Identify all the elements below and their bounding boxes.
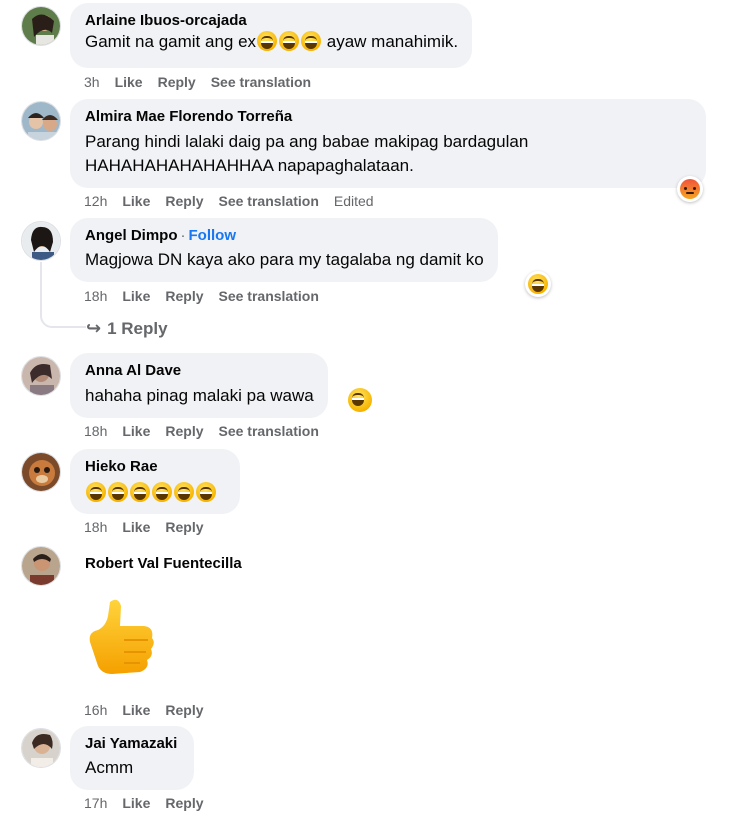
comment-text-line: HAHAHAHAHAHAHHAA napapaghalataan. (85, 156, 414, 175)
avatar[interactable] (21, 6, 61, 46)
comment-time[interactable]: 18h (84, 288, 107, 304)
thumbs-up-sticker-icon (89, 599, 154, 674)
reply-button[interactable]: Reply (165, 702, 203, 718)
angry-icon (680, 179, 700, 199)
comment-author[interactable]: Anna Al Dave (85, 361, 314, 380)
avatar[interactable] (21, 452, 61, 492)
comment-text-line: Parang hindi lalaki daig pa ang babae ma… (85, 132, 529, 151)
laughing-emoji-icon (174, 482, 194, 502)
laughing-icon (528, 274, 548, 294)
reply-button[interactable]: Reply (165, 519, 203, 535)
comment-actions: 12h Like Reply See translation Edited (84, 192, 389, 210)
comment-bubble: Angel Dimpo · Follow Magjowa DN kaya ako p… (70, 218, 498, 282)
comment-bubble: Arlaine Ibuos-orcajada Gamit na gamit an… (70, 3, 473, 68)
like-button[interactable]: Like (115, 74, 143, 90)
avatar[interactable] (21, 546, 61, 586)
comment-text: Gamit na gamit ang ex ayaw manahimik. (85, 30, 458, 54)
laughing-emoji-icon (279, 31, 300, 51)
emoji-row (85, 481, 226, 505)
like-button[interactable]: Like (122, 702, 150, 718)
comment-time[interactable]: 17h (84, 795, 107, 811)
follow-button[interactable]: Follow (189, 227, 237, 244)
avatar[interactable] (21, 221, 61, 261)
laughing-emoji-icon (257, 31, 278, 51)
comment-text-part: Gamit na gamit ang ex (85, 32, 257, 51)
see-translation-link[interactable]: See translation (219, 288, 319, 304)
see-translation-link[interactable]: See translation (219, 423, 319, 439)
comment-author[interactable]: Almira Mae Florendo Torreña (85, 107, 692, 126)
reaction-badge (347, 387, 373, 413)
comment-bubble: Anna Al Dave hahaha pinag malaki pa wawa (70, 353, 328, 418)
see-translation-link[interactable]: See translation (211, 74, 311, 90)
comment-author[interactable]: Robert Val Fuentecilla (85, 554, 242, 573)
comment-actions: 18h Like Reply See translation (84, 422, 334, 440)
view-replies-link[interactable]: ↪ 1 Reply (86, 318, 168, 339)
reply-button[interactable]: Reply (165, 795, 203, 811)
comment-actions: 18h Like Reply (84, 518, 219, 536)
reply-button[interactable]: Reply (158, 74, 196, 90)
laughing-emoji-icon (196, 482, 216, 502)
avatar[interactable] (21, 101, 61, 141)
like-button[interactable]: Like (122, 423, 150, 439)
comment-author[interactable]: Angel Dimpo (85, 227, 178, 244)
comment-text-part: hahaha pinag malaki pa wawa (85, 386, 314, 405)
comment-time[interactable]: 18h (84, 423, 107, 439)
comment-text: Acmm (85, 758, 134, 777)
laughing-emoji-icon (152, 482, 172, 502)
reply-arrow-icon: ↪ (86, 318, 102, 338)
comment-time[interactable]: 3h (84, 74, 100, 90)
comment-time[interactable]: 12h (84, 193, 107, 209)
avatar[interactable] (21, 728, 61, 768)
comment-bubble: Hieko Rae (70, 449, 240, 514)
comment-actions: 17h Like Reply (84, 794, 219, 812)
comment-time[interactable]: 18h (84, 519, 107, 535)
comment-author-row: Angel Dimpo · Follow (85, 226, 484, 245)
comment-author[interactable]: Hieko Rae (85, 457, 226, 476)
reply-button[interactable]: Reply (165, 423, 203, 439)
reaction-badge[interactable] (677, 176, 703, 202)
reaction-badge[interactable] (525, 271, 551, 297)
comment-bubble: Jai Yamazaki Acmm (70, 726, 194, 790)
reply-button[interactable]: Reply (165, 288, 203, 304)
see-translation-link[interactable]: See translation (219, 193, 319, 209)
like-button[interactable]: Like (122, 795, 150, 811)
replies-count: 1 Reply (107, 319, 168, 338)
comment-bubble: Almira Mae Florendo Torreña Parang hindi… (70, 99, 706, 188)
like-button[interactable]: Like (122, 519, 150, 535)
comment-author[interactable]: Arlaine Ibuos-orcajada (85, 11, 458, 30)
laughing-emoji-icon (301, 31, 322, 51)
comment-actions: 18h Like Reply See translation (84, 287, 334, 305)
comment-author[interactable]: Jai Yamazaki (85, 734, 180, 753)
laughing-emoji-icon (348, 388, 372, 412)
comment-text: hahaha pinag malaki pa wawa (85, 384, 314, 408)
like-button[interactable]: Like (122, 288, 150, 304)
comment-actions: 3h Like Reply See translation (84, 73, 326, 91)
laughing-emoji-icon (130, 482, 150, 502)
comment-time[interactable]: 16h (84, 702, 107, 718)
laughing-emoji-icon (108, 482, 128, 502)
comment-actions: 16h Like Reply (84, 701, 219, 719)
avatar[interactable] (21, 356, 61, 396)
laughing-emoji-icon (86, 482, 106, 502)
like-button[interactable]: Like (122, 193, 150, 209)
separator-dot: · (180, 227, 186, 244)
comment-text-part: ayaw manahimik. (322, 32, 459, 51)
comment-text: Magjowa DN kaya ako para my tagalaba ng … (85, 250, 484, 269)
reply-button[interactable]: Reply (165, 193, 203, 209)
edited-label: Edited (333, 193, 374, 209)
